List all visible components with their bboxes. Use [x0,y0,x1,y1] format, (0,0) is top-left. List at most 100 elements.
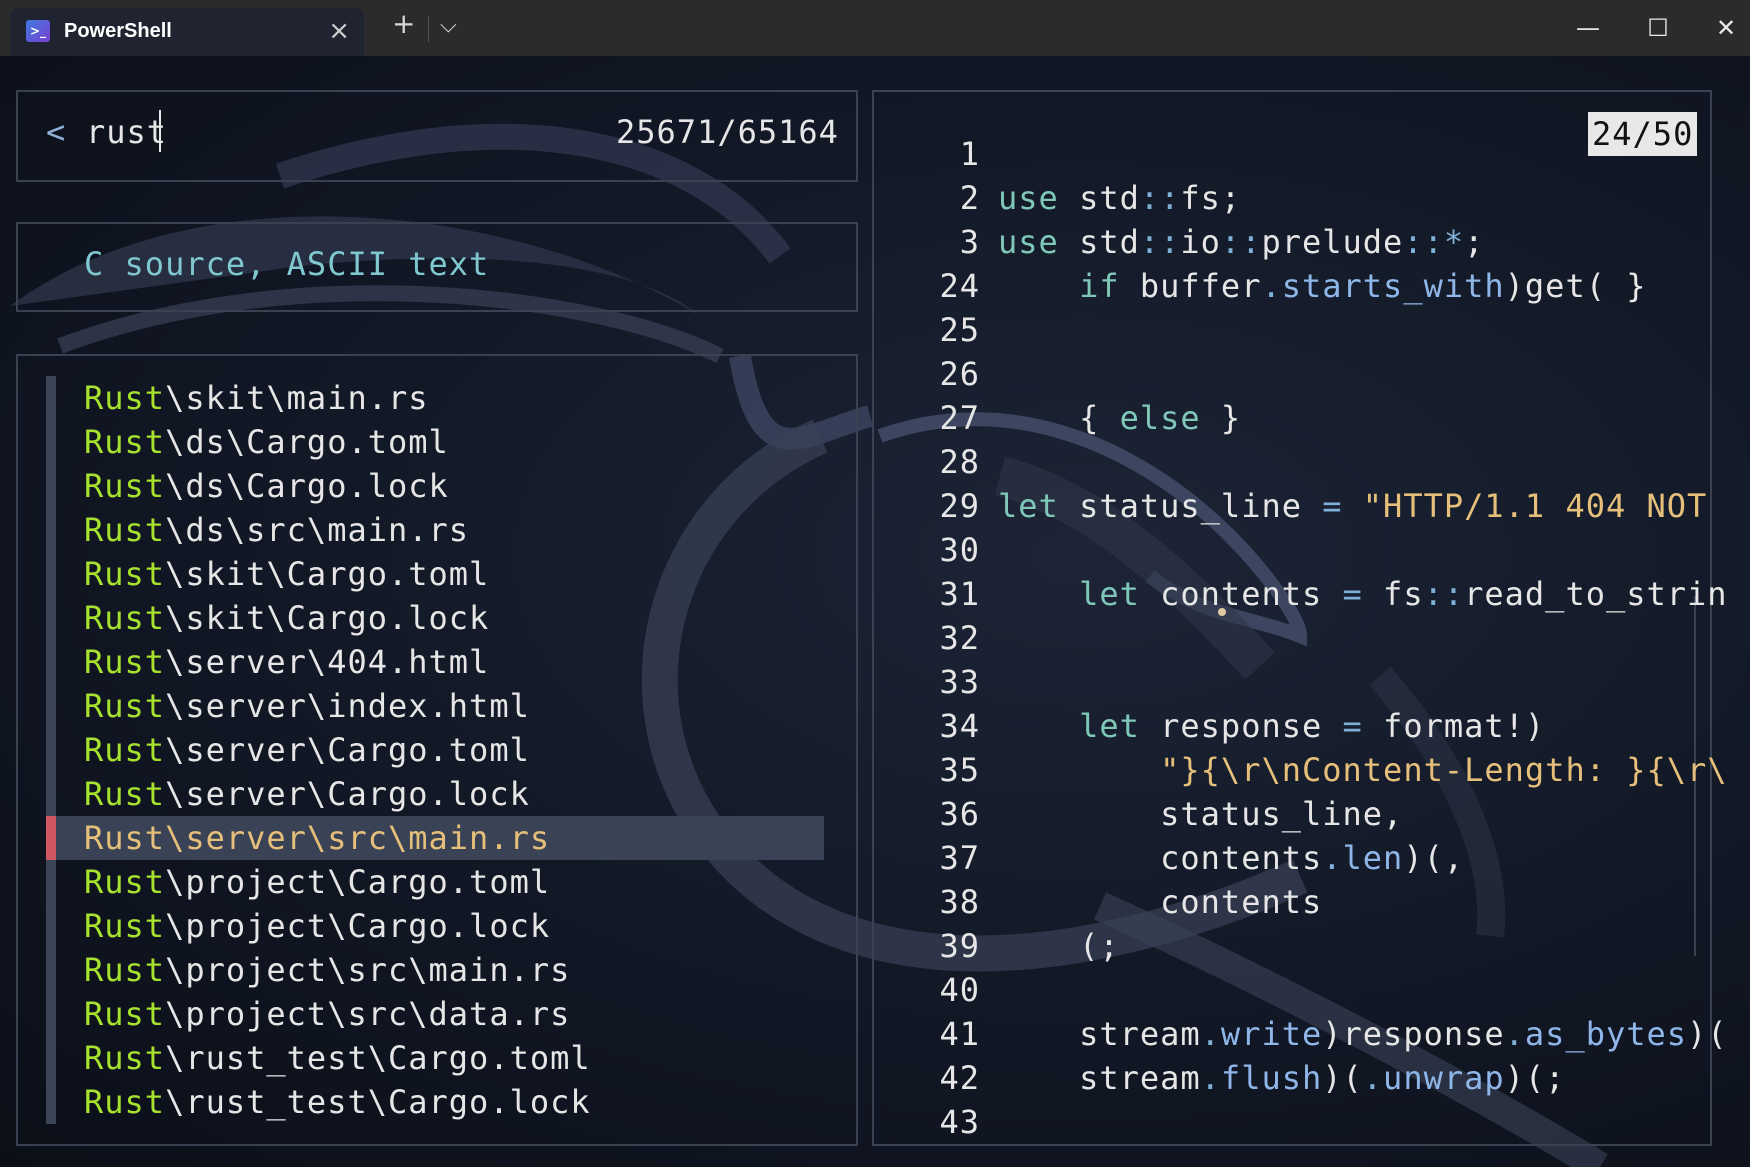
code-token: )(; [1504,1059,1566,1097]
code-line: { else } [998,396,1241,440]
list-item-path: \server\index.html [165,687,530,725]
line-number: 29 [939,487,980,525]
line-number: 31 [939,575,980,613]
list-item[interactable]: Rust\ds\Cargo.lock [84,464,449,508]
list-item-prefix: Rust [84,555,166,593]
list-item-path: \server\Cargo.toml [165,731,530,769]
list-item[interactable]: Rust\server\Cargo.toml [84,728,530,772]
code-token: :: [1423,575,1465,613]
code-token: as_bytes [1524,1015,1688,1053]
code-token: :: [1139,179,1181,217]
new-tab-button[interactable]: + [392,10,415,38]
list-item-prefix: Rust [84,1083,166,1121]
close-tab-icon[interactable]: × [328,16,350,46]
list-item-prefix: Rust [84,467,166,505]
code-token: contents [998,883,1323,921]
code-token: . [1504,1015,1525,1053]
list-item[interactable]: Rust\server\404.html [84,640,489,684]
code-token: = [1322,487,1343,525]
line-number: 24 [939,267,980,305]
line-number: 41 [939,1015,980,1053]
line-number: 30 [939,531,980,569]
code-token: status_line [1058,487,1323,525]
powershell-icon: >_ [26,20,50,42]
code-line: let contents = fs::read_to_strin [998,572,1728,616]
list-item[interactable]: Rust\project\Cargo.toml [84,860,550,904]
list-item-prefix: Rust [84,687,166,725]
list-item-path: \project\Cargo.lock [165,907,551,945]
terminal-viewport[interactable]: < rust 25671/65164 C source, ASCII text … [0,56,1750,1167]
search-input[interactable]: rust [86,110,167,154]
line-number: 35 [939,751,980,789]
maximize-button[interactable]: ☐ [1638,8,1678,48]
list-item-path: \ds\Cargo.lock [165,467,449,505]
selection-marker [46,816,56,860]
list-item-selected[interactable]: Rust\server\src\main.rs [84,816,550,860]
code-token: )response [1322,1015,1505,1053]
line-number: 34 [939,707,980,745]
list-item-path: \server\404.html [165,643,490,681]
list-item-path: \rust_test\Cargo.toml [165,1039,591,1077]
minimize-button[interactable]: — [1568,8,1608,48]
list-item[interactable]: Rust\ds\src\main.rs [84,508,469,552]
code-token: write [1220,1015,1323,1053]
code-token: buffer [1119,267,1262,305]
list-item[interactable]: Rust\project\Cargo.lock [84,904,550,948]
code-line: use std::io::prelude::*; [998,220,1484,264]
list-item-path: \skit\Cargo.lock [165,599,490,637]
list-item-prefix: Rust [84,511,166,549]
code-line: stream.write)response.as_bytes)( [998,1012,1728,1056]
code-token: "}{\r\nContent-Length: }{\r\ [1160,751,1728,789]
line-number: 42 [939,1059,980,1097]
code-token: use [998,223,1059,261]
list-item[interactable]: Rust\project\src\data.rs [84,992,570,1036]
list-item[interactable]: Rust\project\src\main.rs [84,948,570,992]
line-number: 43 [939,1103,980,1141]
code-token: { [998,399,1120,437]
code-line: if buffer.starts_with)get( } [998,264,1647,308]
list-item[interactable]: Rust\skit\main.rs [84,376,429,420]
line-number: 27 [939,399,980,437]
tab-powershell[interactable]: >_ PowerShell × [10,8,364,56]
code-token: = [1342,707,1363,745]
list-item-path: \ds\Cargo.toml [165,423,449,461]
code-line: contents [998,880,1322,924]
code-token: ::* [1403,223,1465,261]
code-token: "HTTP/1.1 404 NOT [1342,487,1708,525]
code-token: fs [1362,575,1424,613]
list-item-path: \skit\main.rs [165,379,429,417]
list-item-prefix: Rust [84,1039,166,1077]
close-window-button[interactable]: ✕ [1706,8,1746,48]
code-token: status_line, [998,795,1404,833]
list-item-path: \rust_test\Cargo.lock [165,1083,591,1121]
list-item-path: \ds\src\main.rs [165,511,470,549]
code-token: fs; [1180,179,1242,217]
code-token: )( [1687,1015,1728,1053]
line-number: 26 [939,355,980,393]
code-line: contents.len)(, [998,836,1464,880]
list-item[interactable]: Rust\skit\Cargo.lock [84,596,489,640]
code-token: format!) [1362,707,1546,745]
list-item[interactable]: Rust\rust_test\Cargo.lock [84,1080,591,1124]
list-item[interactable]: Rust\ds\Cargo.toml [84,420,449,464]
line-number: 33 [939,663,980,701]
list-item[interactable]: Rust\rust_test\Cargo.toml [84,1036,591,1080]
tab-dropdown-icon[interactable]: ⌵ [440,12,457,40]
code-token: )(, [1403,839,1465,877]
code-token: . [1261,267,1282,305]
list-item[interactable]: Rust\skit\Cargo.toml [84,552,489,596]
list-item[interactable]: Rust\server\Cargo.lock [84,772,530,816]
code-token: } [1200,399,1242,437]
list-item[interactable]: Rust\server\index.html [84,684,530,728]
list-item-prefix: Rust [84,599,166,637]
search-prompt: < [46,113,67,151]
code-token: ; [1464,223,1485,261]
file-type-label: C source, ASCII text [84,245,490,283]
list-item-prefix: Rust [84,951,166,989]
code-token: . [1362,1059,1384,1097]
code-token: contents [998,839,1323,877]
